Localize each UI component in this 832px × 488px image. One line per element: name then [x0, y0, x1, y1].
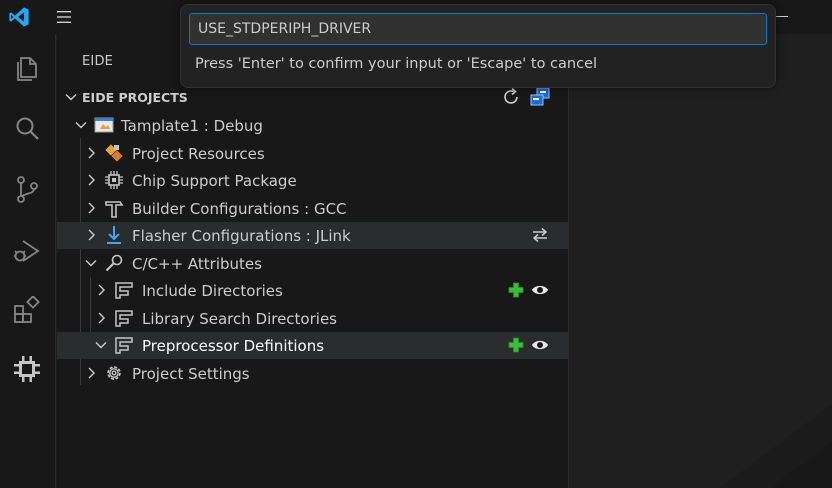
tree-item-label: Preprocessor Definitions: [142, 337, 325, 355]
tree-item-label: Project Settings: [132, 365, 250, 383]
run-debug-icon[interactable]: [12, 236, 42, 266]
download-icon: [107, 226, 121, 244]
hamburger-menu-icon[interactable]: [55, 8, 73, 26]
tree-item-label: Include Directories: [142, 282, 283, 300]
eide-projects-icon[interactable]: [529, 86, 551, 108]
chip-icon: [105, 171, 123, 189]
sidebar: EIDE EIDE PROJECTS Tamplate1 : Debug Pro…: [57, 34, 569, 488]
project-icon: [94, 117, 114, 133]
list-tree-icon: [115, 282, 133, 299]
source-control-icon[interactable]: [12, 174, 42, 204]
sidebar-title: EIDE: [82, 54, 114, 69]
add-icon[interactable]: [507, 336, 525, 354]
switch-icon[interactable]: [531, 226, 549, 244]
explorer-icon[interactable]: [12, 52, 42, 82]
tree-item-label: C/C++ Attributes: [132, 255, 262, 273]
tree-item-label: Chip Support Package: [132, 172, 297, 190]
editor-area: [570, 34, 832, 488]
chevron-right-icon: [98, 284, 105, 296]
project-resources-icon: [105, 144, 123, 162]
tree-item-project-settings[interactable]: Project Settings: [57, 360, 568, 387]
chevron-right-icon: [88, 174, 95, 186]
tree-item-project-resources[interactable]: Project Resources: [57, 140, 568, 167]
activity-bar: [0, 34, 56, 488]
chevron-down-icon: [75, 122, 87, 129]
quick-input-message: Press 'Enter' to confirm your input or '…: [195, 56, 598, 72]
list-tree-icon: [115, 310, 133, 327]
tree-item-label: Tamplate1 : Debug: [121, 117, 263, 135]
section-title: EIDE PROJECTS: [82, 90, 188, 105]
tree-item-chip-support-package[interactable]: Chip Support Package: [57, 167, 568, 194]
tree-item-label: Builder Configurations : GCC: [132, 200, 347, 218]
tree-item-cpp-attributes[interactable]: C/C++ Attributes: [57, 250, 568, 277]
wrench-icon: [105, 254, 123, 272]
eide-projects-section-header[interactable]: EIDE PROJECTS: [57, 86, 568, 110]
gear-icon: [107, 366, 121, 380]
editor-background-watermark: [720, 404, 832, 488]
eye-icon[interactable]: [531, 336, 549, 354]
tree-item-label: Project Resources: [132, 145, 265, 163]
extensions-icon[interactable]: [12, 296, 42, 326]
minimize-window-icon[interactable]: [776, 16, 788, 17]
chevron-down-icon: [85, 260, 97, 267]
vscode-logo-icon: [9, 7, 29, 27]
chevron-right-icon: [88, 202, 95, 214]
tree-item-flasher-configurations[interactable]: Flasher Configurations : JLink: [57, 222, 568, 249]
chevron-right-icon: [88, 367, 95, 379]
chevron-right-icon: [98, 312, 105, 324]
tree-item-project[interactable]: Tamplate1 : Debug: [57, 112, 568, 139]
list-tree-icon: [115, 337, 133, 354]
tree-item-preprocessor-definitions[interactable]: Preprocessor Definitions: [57, 332, 568, 359]
quick-input-field[interactable]: [189, 13, 767, 45]
hammer-icon: [105, 201, 124, 218]
eye-icon[interactable]: [531, 281, 549, 299]
search-icon[interactable]: [12, 114, 42, 144]
tree-item-label: Flasher Configurations : JLink: [132, 227, 351, 245]
tree-item-label: Library Search Directories: [142, 310, 337, 328]
eide-chip-icon[interactable]: [12, 354, 42, 384]
chevron-down-icon: [95, 342, 107, 349]
refresh-icon[interactable]: [500, 86, 522, 108]
tree-item-include-directories[interactable]: Include Directories: [57, 277, 568, 304]
chevron-right-icon: [88, 229, 95, 241]
add-icon[interactable]: [507, 281, 525, 299]
quick-input-widget: Press 'Enter' to confirm your input or '…: [180, 4, 776, 88]
chevron-right-icon: [88, 147, 95, 159]
tree-item-builder-configurations[interactable]: Builder Configurations : GCC: [57, 195, 568, 222]
tree-item-library-search-directories[interactable]: Library Search Directories: [57, 305, 568, 332]
chevron-down-icon: [65, 94, 77, 101]
